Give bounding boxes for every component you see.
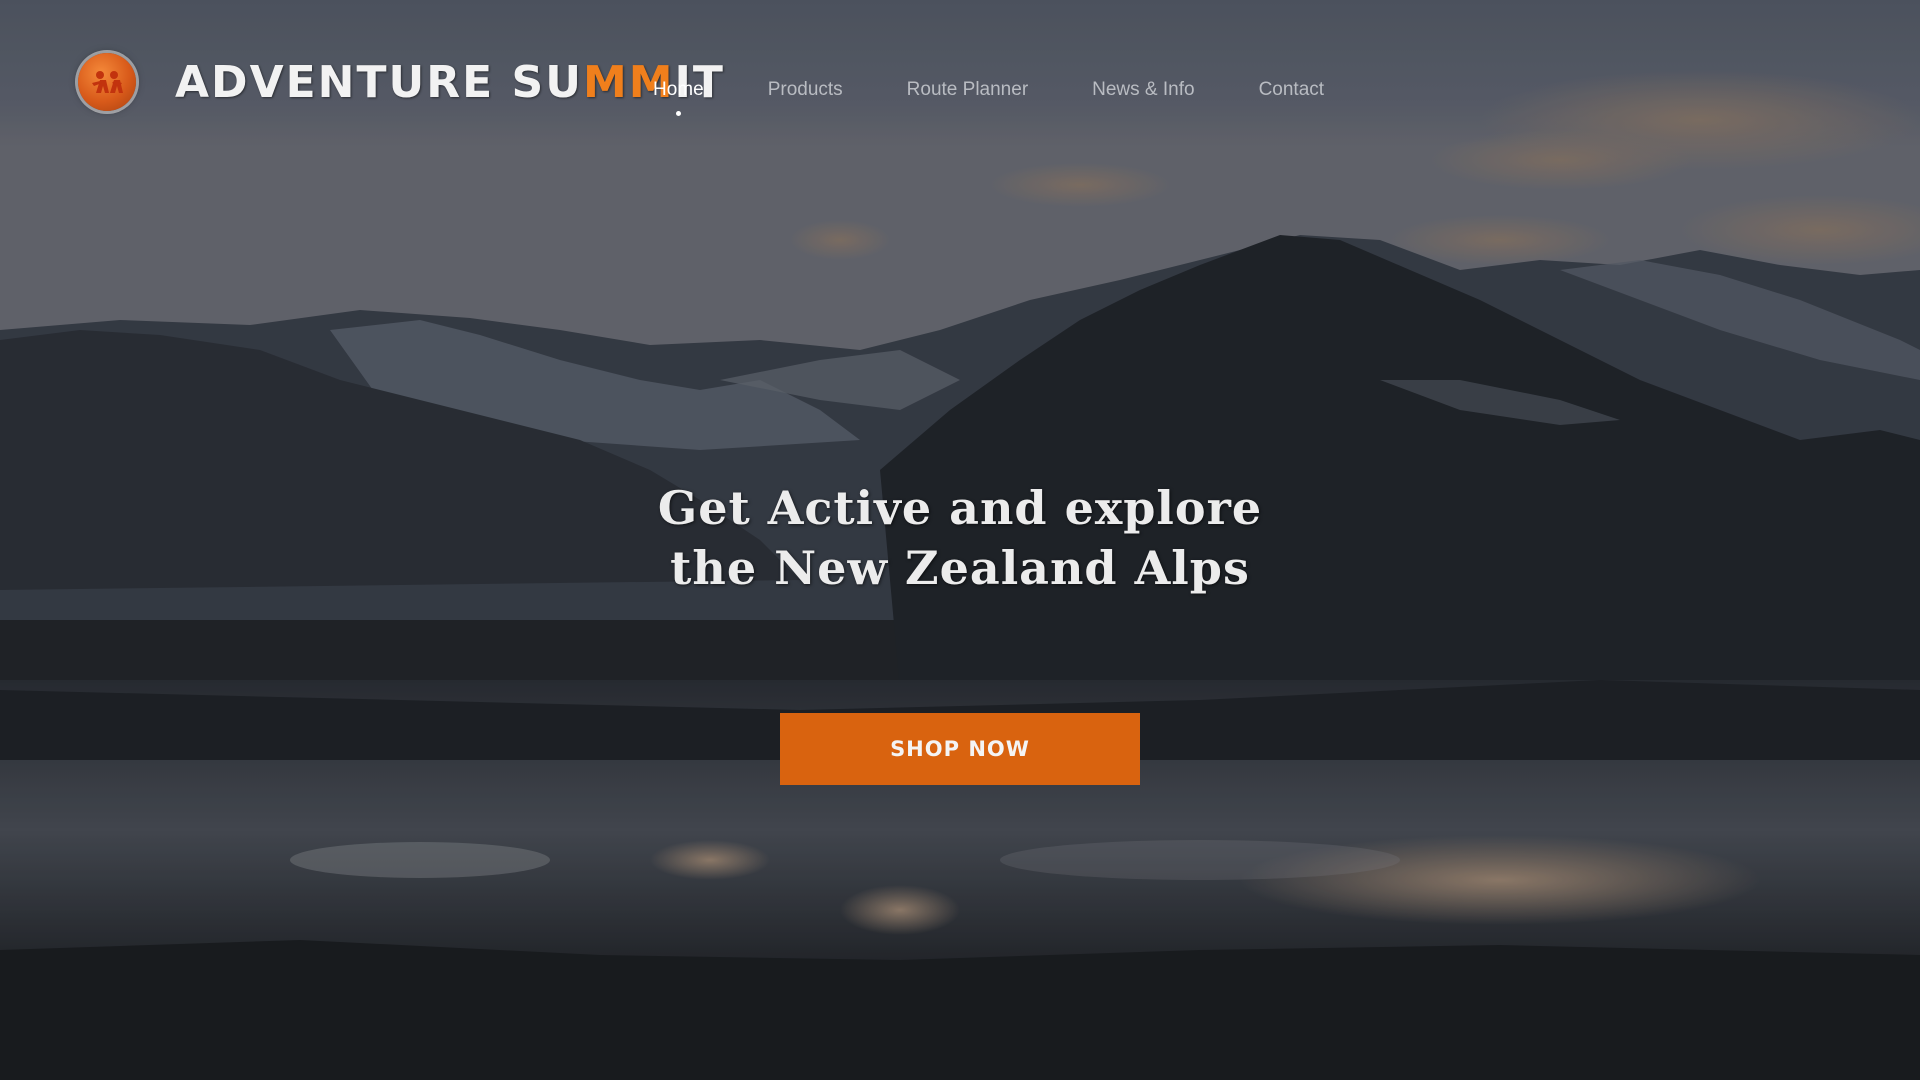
hero-headline-line-1: Get Active and explore xyxy=(657,481,1263,535)
logo-text-start: ADVENTURE SU xyxy=(175,57,583,108)
active-indicator-dot xyxy=(676,111,682,116)
site-header: ADVENTURE SUMMIT Home Products Route Pla… xyxy=(0,0,1920,170)
nav-item-label: Home xyxy=(653,79,704,100)
main-nav: Home Products Route Planner News & Info … xyxy=(615,70,1388,116)
climbers-logo-icon[interactable] xyxy=(78,53,136,111)
nav-item-label: Products xyxy=(767,79,843,100)
nav-item-contact[interactable]: Contact xyxy=(1259,75,1324,105)
hero-headline: Get Active and explore the New Zealand A… xyxy=(560,478,1360,598)
shop-now-label: SHOP NOW xyxy=(890,737,1030,761)
nav-item-route-planner[interactable]: Route Planner xyxy=(907,75,1028,105)
hero-headline-line-2: the New Zealand Alps xyxy=(670,541,1250,595)
nav-item-label: Contact xyxy=(1258,79,1325,100)
hero-section: ADVENTURE SUMMIT Home Products Route Pla… xyxy=(0,0,1920,1080)
nav-item-products[interactable]: Products xyxy=(768,75,843,105)
shop-now-button[interactable]: SHOP NOW xyxy=(780,713,1140,785)
nav-item-news-info[interactable]: News & Info xyxy=(1092,75,1194,105)
nav-item-label: News & Info xyxy=(1092,79,1195,100)
nav-item-label: Route Planner xyxy=(906,79,1029,100)
nav-item-home[interactable]: Home xyxy=(653,75,704,116)
